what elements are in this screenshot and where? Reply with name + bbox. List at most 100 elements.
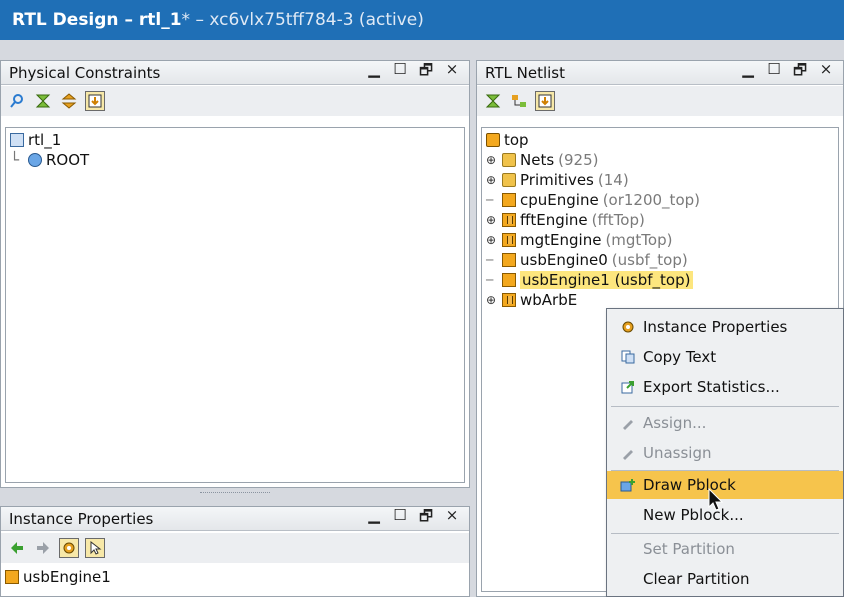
expand-icon[interactable]: ⊕ <box>486 173 502 187</box>
netlist-node-usbengine1[interactable]: ─ usbEngine1 (usbf_top) <box>486 270 693 290</box>
context-menu: Instance Properties Copy Text Export Sta… <box>606 308 844 597</box>
hierarchy-icon <box>512 95 526 107</box>
netlist-node-wbarb[interactable]: ⊕ wbArbE <box>486 290 577 310</box>
folder-icon <box>502 173 516 187</box>
maximize-button[interactable]: ☐ <box>393 506 407 531</box>
collapse-all-button[interactable] <box>33 91 53 111</box>
netlist-node-label: Primitives <box>520 171 594 189</box>
maximize-button[interactable]: ☐ <box>393 60 407 85</box>
panel-header: Instance Properties ▁ ☐ 🗗 × <box>1 506 469 531</box>
netlist-node-label: wbArbE <box>520 291 578 309</box>
splitter-handle[interactable] <box>200 492 270 495</box>
minimize-button[interactable]: ▁ <box>367 60 381 85</box>
collapse-all-button[interactable] <box>483 91 503 111</box>
netlist-node-count: (14) <box>597 171 629 189</box>
close-button[interactable]: × <box>445 506 459 531</box>
constraints-tree[interactable]: rtl_1 └ ROOT <box>5 127 465 483</box>
export-icon <box>621 381 634 394</box>
menu-item-label: Unassign <box>643 444 712 462</box>
tree-node-root[interactable]: └ ROOT <box>10 150 89 170</box>
expand-icon[interactable]: ⊕ <box>486 213 502 227</box>
assign-icon <box>623 420 633 430</box>
expand-icon[interactable]: ⊕ <box>486 233 502 247</box>
restore-button[interactable]: 🗗 <box>419 60 433 85</box>
tree-node-label: rtl_1 <box>28 131 62 149</box>
toolbar <box>1 533 469 563</box>
pointer-icon <box>90 541 102 555</box>
netlist-node-cpuengine[interactable]: ─ cpuEngine (or1200_top) <box>486 190 700 210</box>
menu-item-label: Copy Text <box>643 348 717 366</box>
window-title: RTL Design – rtl_1 <box>12 10 182 30</box>
minimize-button[interactable]: ▁ <box>367 506 381 531</box>
netlist-node-label: usbEngine1 <box>522 271 610 289</box>
search-button[interactable] <box>7 91 27 111</box>
menu-item-unassign[interactable]: Unassign <box>607 439 843 467</box>
toolbar <box>477 86 843 116</box>
netlist-node-label: fftEngine <box>520 211 588 229</box>
forward-button[interactable] <box>33 538 53 558</box>
instance-properties-panel: Instance Properties ▁ ☐ 🗗 × usbEngine1 <box>0 506 470 597</box>
window-title-bar: RTL Design – rtl_1 * – xc6vlx75tff784-3 … <box>0 0 844 40</box>
menu-item-instance-properties[interactable]: Instance Properties <box>607 313 843 341</box>
netlist-node-mgtengine[interactable]: ⊕ mgtEngine (mgtTop) <box>486 230 672 250</box>
netlist-node-top[interactable]: top <box>486 130 529 150</box>
expand-icon[interactable]: ⊕ <box>486 153 502 167</box>
window-title-detail: * – xc6vlx75tff784-3 (active) <box>181 10 424 30</box>
panel-title: RTL Netlist <box>485 63 565 82</box>
netlist-node-count: (925) <box>558 151 599 169</box>
close-button[interactable]: × <box>445 60 459 85</box>
gear-icon <box>63 542 75 554</box>
netlist-node-label: usbEngine0 <box>520 251 608 269</box>
hierarchical-module-icon <box>502 293 516 307</box>
netlist-node-usbengine0[interactable]: ─ usbEngine0 (usbf_top) <box>486 250 688 270</box>
menu-item-export-statistics[interactable]: Export Statistics... <box>607 373 843 401</box>
menu-item-label: Set Partition <box>643 540 735 558</box>
maximize-button[interactable]: ☐ <box>767 60 781 85</box>
netlist-node-nets[interactable]: ⊕ Nets (925) <box>486 150 599 170</box>
design-icon <box>10 133 24 147</box>
pblock-icon <box>28 153 42 167</box>
copy-icon <box>621 350 635 364</box>
module-icon <box>502 273 516 287</box>
hierarchical-module-icon <box>502 233 516 247</box>
draw-pblock-icon <box>620 479 635 492</box>
close-button[interactable]: × <box>819 60 833 85</box>
menu-item-copy-text[interactable]: Copy Text <box>607 343 843 371</box>
auto-scroll-icon <box>538 94 552 108</box>
menu-item-set-partition[interactable]: Set Partition <box>607 535 843 563</box>
expand-icon[interactable]: ⊕ <box>486 293 502 307</box>
minimize-button[interactable]: ▁ <box>741 60 755 85</box>
netlist-node-type: (usbf_top) <box>611 251 688 269</box>
menu-item-assign[interactable]: Assign... <box>607 409 843 437</box>
expand-all-icon <box>61 93 77 109</box>
auto-scroll-icon <box>88 94 102 108</box>
tree-node-label: ROOT <box>46 151 90 169</box>
select-mode-button[interactable] <box>85 538 105 558</box>
netlist-node-fftengine[interactable]: ⊕ fftEngine (fftTop) <box>486 210 645 230</box>
restore-button[interactable]: 🗗 <box>419 506 433 531</box>
module-icon <box>502 253 516 267</box>
panel-title: Instance Properties <box>9 509 154 528</box>
netlist-node-type: (or1200_top) <box>602 191 700 209</box>
menu-item-label: Clear Partition <box>643 570 750 588</box>
auto-scroll-button[interactable] <box>535 91 555 111</box>
collapse-all-icon <box>35 94 51 108</box>
netlist-node-type: (usbf_top) <box>614 271 691 289</box>
tree-node-rtl[interactable]: rtl_1 <box>10 130 61 150</box>
menu-item-clear-partition[interactable]: Clear Partition <box>607 565 843 593</box>
netlist-node-label: top <box>504 131 529 149</box>
properties-toggle-button[interactable] <box>59 538 79 558</box>
mouse-pointer-icon <box>708 488 724 511</box>
arrow-right-icon <box>37 542 49 554</box>
netlist-node-primitives[interactable]: ⊕ Primitives (14) <box>486 170 629 190</box>
hierarchy-button[interactable] <box>509 91 529 111</box>
selected-instance: usbEngine1 <box>5 567 111 587</box>
module-icon <box>5 570 19 584</box>
back-button[interactable] <box>7 538 27 558</box>
properties-icon <box>622 321 634 333</box>
expand-all-button[interactable] <box>59 91 79 111</box>
arrow-left-icon <box>11 542 23 554</box>
restore-button[interactable]: 🗗 <box>793 60 807 85</box>
auto-scroll-button[interactable] <box>85 91 105 111</box>
netlist-node-label: cpuEngine <box>520 191 599 209</box>
